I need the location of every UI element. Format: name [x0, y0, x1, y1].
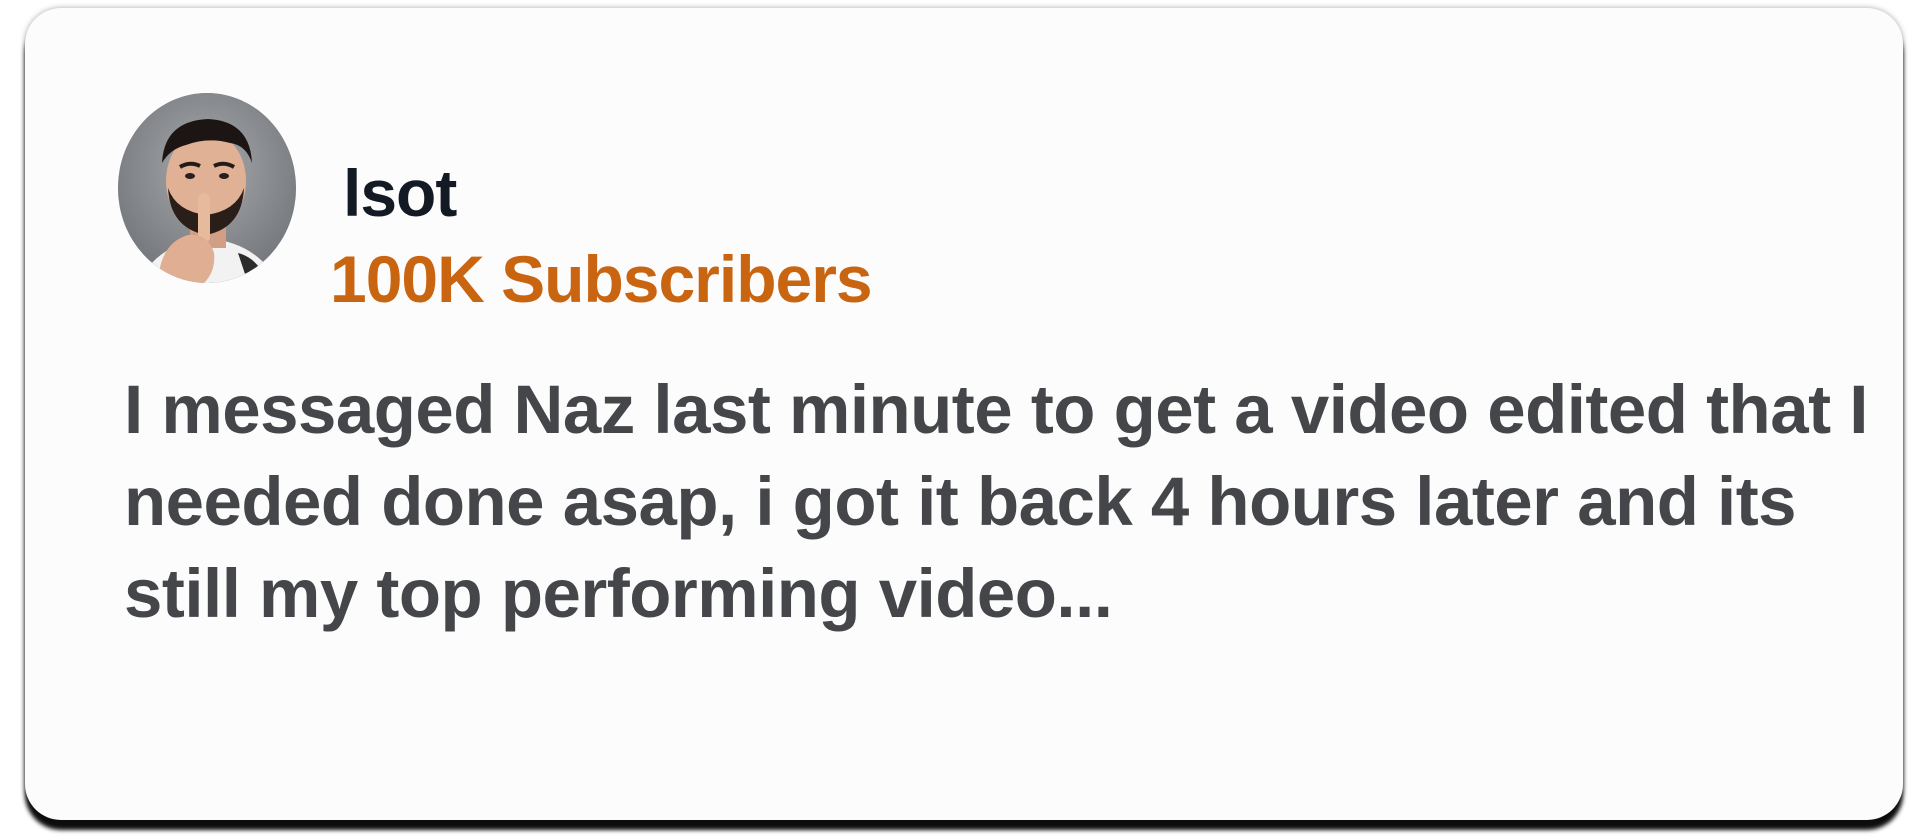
testimonial-card: lsot 100K Subscribers I messaged Naz las… [25, 8, 1903, 820]
avatar-photo-icon [118, 93, 296, 283]
avatar [118, 93, 296, 283]
testimonial-quote: I messaged Naz last minute to get a vide… [124, 371, 1868, 632]
author-name: lsot [343, 156, 457, 230]
subscriber-count: 100K Subscribers [330, 242, 873, 316]
